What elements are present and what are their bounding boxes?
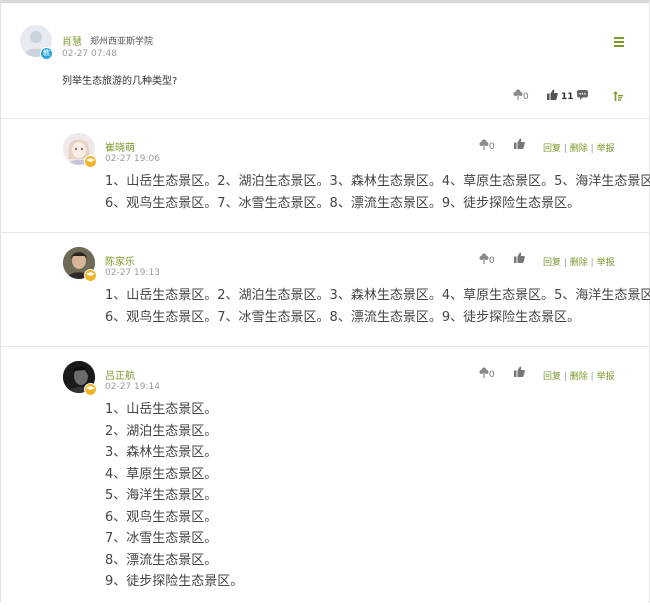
reply-content: 1、山岳生态景区。2、湖泊生态景区。3、森林生态景区。4、草原生态景区。5、海洋… [105, 285, 650, 329]
author-name[interactable]: 陈家乐 [105, 253, 135, 268]
delete-link[interactable]: 删除 [570, 372, 588, 382]
content-line: 7、冰雪生态景区。 [105, 531, 218, 546]
flower-count: 0 [489, 142, 495, 152]
menu-icon[interactable] [614, 37, 624, 47]
author-name[interactable]: 吕正航 [105, 367, 135, 382]
reply-content: 1、山岳生态景区。 2、湖泊生态景区。 3、森林生态景区。 4、草原生态景区。 … [105, 399, 243, 593]
reply-time: 02-27 19:13 [105, 268, 160, 278]
author-school: 郑州西亚斯学院 [90, 37, 154, 47]
thumbs-up-icon[interactable] [514, 138, 525, 149]
content-line: 6、观鸟生态景区。7、冰雪生态景区。8、漂流生态景区。9、徒步探险生态景区。 [105, 196, 581, 211]
forum-thread: 教 肖慧 郑州西亚斯学院 02-27 07:48 列举生态旅游的几种类型? 0 … [0, 0, 650, 603]
reply-link[interactable]: 回复 [543, 144, 561, 154]
reply-time: 02-27 19:14 [105, 382, 160, 392]
reply-link[interactable]: 回复 [543, 258, 561, 268]
flower-icon[interactable] [479, 367, 489, 378]
content-line: 9、徒步探险生态景区。 [105, 574, 244, 589]
author-name[interactable]: 肖慧 [62, 33, 82, 48]
content-line: 6、观鸟生态景区。 [105, 509, 218, 525]
reply-item: 陈家乐 02-27 19:13 0 回复 | 删除 | 举报 1、山岳生态景区。… [1, 233, 650, 347]
flower-count: 0 [489, 256, 495, 266]
content-line: 8、漂流生态景区。 [105, 552, 218, 568]
flower-icon[interactable] [479, 253, 489, 264]
flower-icon[interactable] [513, 89, 523, 100]
author-name[interactable]: 崔晓萌 [105, 139, 135, 154]
comment-icon[interactable] [577, 90, 588, 100]
content-line: 1、山岳生态景区。2、湖泊生态景区。3、森林生态景区。4、草原生态景区。5、海洋… [105, 288, 650, 303]
post-time: 02-27 07:48 [62, 49, 117, 59]
content-line: 4、草原生态景区。 [105, 466, 218, 482]
delete-link[interactable]: 删除 [570, 144, 588, 154]
content-line: 6、观鸟生态景区。7、冰雪生态景区。8、漂流生态景区。9、徒步探险生态景区。 [105, 310, 581, 325]
thumbs-up-icon[interactable] [547, 89, 558, 100]
reply-actions: 回复 | 删除 | 举报 [543, 372, 615, 382]
content-line: 1、山岳生态景区。2、湖泊生态景区。3、森林生态景区。4、草原生态景区。5、海洋… [105, 174, 650, 189]
reply-item: 崔晓萌 02-27 19:06 0 回复 | 删除 | 举报 1、山岳生态景区。… [1, 119, 650, 233]
flower-count: 0 [489, 370, 495, 380]
flower-icon[interactable] [479, 139, 489, 150]
content-line: 1、山岳生态景区。 [105, 402, 218, 417]
thumbs-up-icon[interactable] [514, 252, 525, 263]
content-line: 2、湖泊生态景区。 [105, 423, 218, 439]
report-link[interactable]: 举报 [597, 258, 615, 268]
content-line: 3、森林生态景区。 [105, 445, 218, 460]
flower-count: 0 [523, 92, 529, 102]
reply-link[interactable]: 回复 [543, 372, 561, 382]
reply-actions: 回复 | 删除 | 举报 [543, 144, 615, 154]
student-badge [84, 155, 97, 168]
like-count: 11 [561, 92, 574, 102]
report-link[interactable]: 举报 [597, 372, 615, 382]
report-link[interactable]: 举报 [597, 144, 615, 154]
sort-icon[interactable] [613, 91, 623, 101]
delete-link[interactable]: 删除 [570, 258, 588, 268]
student-badge [84, 269, 97, 282]
reply-content: 1、山岳生态景区。2、湖泊生态景区。3、森林生态景区。4、草原生态景区。5、海洋… [105, 171, 650, 215]
reply-time: 02-27 19:06 [105, 154, 160, 164]
teacher-badge: 教 [40, 47, 53, 60]
question-text: 列举生态旅游的几种类型? [62, 76, 178, 87]
reply-actions: 回复 | 删除 | 举报 [543, 258, 615, 268]
content-line: 5、海洋生态景区。 [105, 488, 218, 503]
thumbs-up-icon[interactable] [514, 366, 525, 377]
question-post: 教 肖慧 郑州西亚斯学院 02-27 07:48 列举生态旅游的几种类型? 0 … [1, 3, 649, 119]
reply-item: 吕正航 02-27 19:14 0 回复 | 删除 | 举报 1、山岳生态景区。… [1, 347, 649, 607]
student-badge [84, 383, 97, 396]
